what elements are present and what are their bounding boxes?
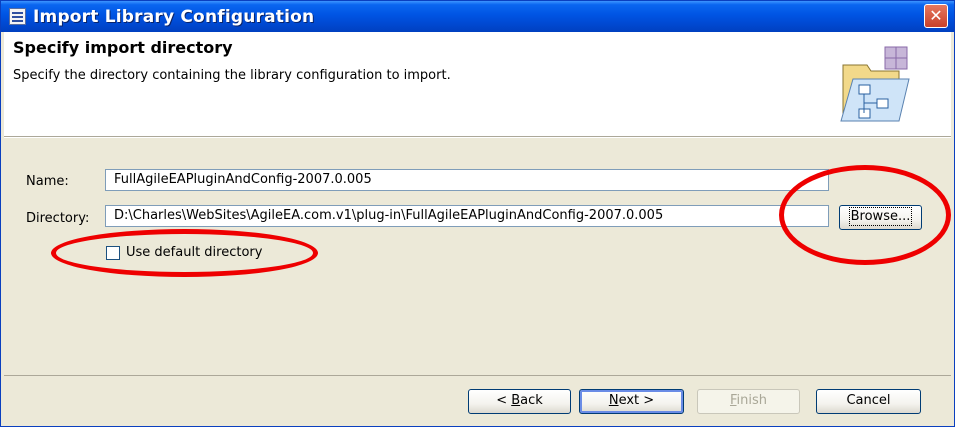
directory-field[interactable]: D:\Charles\WebSites\AgileEA.com.v1\plug-… <box>105 205 829 227</box>
next-button-label: ext > <box>618 393 655 408</box>
highlight-ellipse-browse <box>779 165 951 265</box>
window-title: Import Library Configuration <box>33 7 315 27</box>
next-button[interactable]: Next > <box>579 389 684 414</box>
close-icon[interactable]: ✕ <box>924 4 948 28</box>
finish-button-label: inish <box>736 393 768 408</box>
highlight-ellipse-use-default <box>51 229 318 277</box>
banner-description: Specify the directory containing the lib… <box>13 68 451 83</box>
back-button-mnemonic: B <box>511 393 521 408</box>
name-label: Name: <box>26 174 69 189</box>
next-button-mnemonic: N <box>608 393 619 408</box>
back-button-label: ack <box>520 393 543 408</box>
back-button-prefix: < <box>496 393 512 408</box>
cancel-button[interactable]: Cancel <box>816 389 921 414</box>
wizard-banner: Specify import directory Specify the dir… <box>4 32 951 137</box>
back-button[interactable]: < Back <box>468 389 571 414</box>
banner-separator <box>4 137 951 138</box>
folder-tree-icon <box>840 46 910 122</box>
banner-title: Specify import directory <box>13 38 233 57</box>
button-bar-separator <box>4 375 951 376</box>
app-icon <box>9 8 26 25</box>
finish-button[interactable]: Finish <box>697 389 800 414</box>
directory-label: Directory: <box>26 211 90 226</box>
name-field[interactable]: FullAgileEAPluginAndConfig-2007.0.005 <box>105 169 829 191</box>
title-bar[interactable]: Import Library Configuration ✕ <box>1 1 954 32</box>
